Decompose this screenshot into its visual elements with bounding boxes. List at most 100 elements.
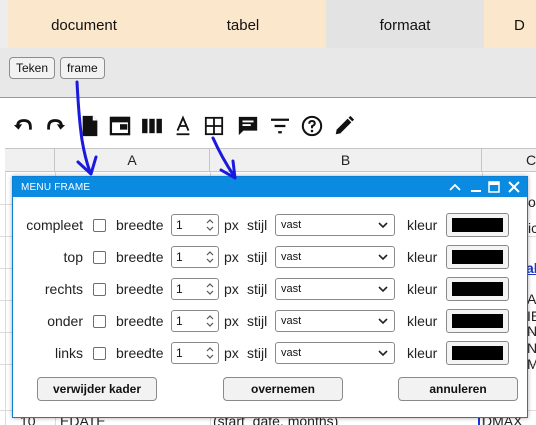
style-label: stijl <box>247 281 268 297</box>
grid-border-icon[interactable] <box>202 114 226 138</box>
frame-button[interactable]: frame <box>60 57 105 79</box>
style-label: stijl <box>247 249 268 265</box>
style-value: vast <box>281 347 302 359</box>
apply-button[interactable]: overnemen <box>223 377 343 401</box>
top-checkbox[interactable] <box>93 251 106 264</box>
frame-row-label: onder <box>47 313 83 329</box>
filter-icon[interactable] <box>268 114 292 138</box>
links-checkbox[interactable] <box>93 347 106 360</box>
rechts-width-input[interactable]: 1 <box>171 278 219 300</box>
close-icon[interactable] <box>506 179 522 195</box>
onder-style-select[interactable]: vast <box>275 310 395 332</box>
spinner-icon[interactable] <box>204 217 216 233</box>
rechts-color-picker[interactable] <box>446 277 509 301</box>
width-label: breedte <box>116 249 164 265</box>
color-label: kleur <box>407 313 438 329</box>
text-color-icon[interactable] <box>171 114 195 138</box>
document-icon[interactable] <box>78 114 102 138</box>
column-header-a[interactable]: A <box>55 148 210 172</box>
width-label: breedte <box>116 345 164 361</box>
redo-icon[interactable] <box>43 114 67 138</box>
style-label: stijl <box>247 313 268 329</box>
teken-button[interactable]: Teken <box>9 57 56 79</box>
menu-frame-dialog: MENU FRAME compleet breedte 1 px stijl v… <box>12 176 528 418</box>
rechts-checkbox[interactable] <box>93 283 106 296</box>
corner-header <box>5 148 55 172</box>
compleet-checkbox[interactable] <box>93 219 106 232</box>
onder-checkbox[interactable] <box>93 315 106 328</box>
links-width-input[interactable]: 1 <box>171 342 219 364</box>
top-width-input[interactable]: 1 <box>171 246 219 268</box>
style-value: vast <box>281 315 302 327</box>
tab-formaat[interactable]: formaat <box>326 0 484 48</box>
color-label: kleur <box>407 217 438 233</box>
toolbar <box>0 110 536 142</box>
width-label: breedte <box>116 313 164 329</box>
links-color-picker[interactable] <box>446 341 509 365</box>
column-header-b[interactable]: B <box>210 148 482 172</box>
compleet-style-select[interactable]: vast <box>275 214 395 236</box>
width-value: 1 <box>176 218 183 232</box>
frame-row-top: top breedte 1 px stijl vast kleur <box>13 245 527 271</box>
frame-row-rechts: rechts breedte 1 px stijl vast kleur <box>13 277 527 303</box>
unit-label: px <box>224 249 239 265</box>
color-swatch <box>452 218 503 232</box>
frame-row-links: links breedte 1 px stijl vast kleur <box>13 341 527 367</box>
minimize-icon[interactable] <box>468 179 484 195</box>
frame-row-label: top <box>63 249 83 265</box>
frame-row-compleet: compleet breedte 1 px stijl vast kleur <box>13 213 527 239</box>
column-header-c[interactable]: C <box>482 148 536 172</box>
cell-c-text[interactable]: AI <box>527 291 536 307</box>
unit-label: px <box>224 281 239 297</box>
spinner-icon[interactable] <box>204 249 216 265</box>
chevron-up-icon[interactable] <box>447 179 463 195</box>
spinner-icon[interactable] <box>204 313 216 329</box>
width-label: breedte <box>116 281 164 297</box>
tab-d[interactable]: D <box>484 0 536 48</box>
comment-icon[interactable] <box>236 114 260 138</box>
chevron-down-icon <box>378 286 388 293</box>
remove-frame-button[interactable]: verwijder kader <box>37 377 157 401</box>
cell-c-text[interactable]: ou <box>528 194 536 210</box>
links-style-select[interactable]: vast <box>275 342 395 364</box>
compleet-width-input[interactable]: 1 <box>171 214 219 236</box>
help-icon[interactable] <box>300 114 324 138</box>
onder-color-picker[interactable] <box>446 309 509 333</box>
frame-row-label: links <box>54 345 83 361</box>
cell-c-text[interactable]: N <box>527 340 536 356</box>
color-label: kleur <box>407 281 438 297</box>
spinner-icon[interactable] <box>204 281 216 297</box>
cancel-button[interactable]: annuleren <box>398 377 518 401</box>
columns-icon[interactable] <box>140 114 164 138</box>
grid-line <box>5 172 6 425</box>
onder-width-input[interactable]: 1 <box>171 310 219 332</box>
tab-document[interactable]: document <box>8 0 160 48</box>
width-value: 1 <box>176 250 183 264</box>
main-tab-bar: document tabel formaat D <box>0 0 536 48</box>
window-icon[interactable] <box>108 114 132 138</box>
style-value: vast <box>281 251 302 263</box>
cell-c-text[interactable]: ic <box>528 220 536 236</box>
top-style-select[interactable]: vast <box>275 246 395 268</box>
pencil-icon[interactable] <box>332 114 356 138</box>
unit-label: px <box>224 345 239 361</box>
unit-label: px <box>224 313 239 329</box>
cell-c-text[interactable]: N <box>527 323 536 339</box>
width-value: 1 <box>176 282 183 296</box>
width-label: breedte <box>116 217 164 233</box>
tab-tabel[interactable]: tabel <box>160 0 326 48</box>
width-value: 1 <box>176 346 183 360</box>
compleet-color-picker[interactable] <box>446 213 509 237</box>
top-color-picker[interactable] <box>446 245 509 269</box>
spinner-icon[interactable] <box>204 345 216 361</box>
color-swatch <box>452 314 503 328</box>
undo-icon[interactable] <box>12 114 36 138</box>
rechts-style-select[interactable]: vast <box>275 278 395 300</box>
chevron-down-icon <box>378 222 388 229</box>
format-sub-bar: Teken frame <box>0 48 536 98</box>
cell-c-text[interactable]: IE <box>527 308 536 324</box>
maximize-icon[interactable] <box>486 179 502 195</box>
cell-c-text[interactable]: M <box>527 356 536 372</box>
style-value: vast <box>281 283 302 295</box>
chevron-down-icon <box>378 350 388 357</box>
